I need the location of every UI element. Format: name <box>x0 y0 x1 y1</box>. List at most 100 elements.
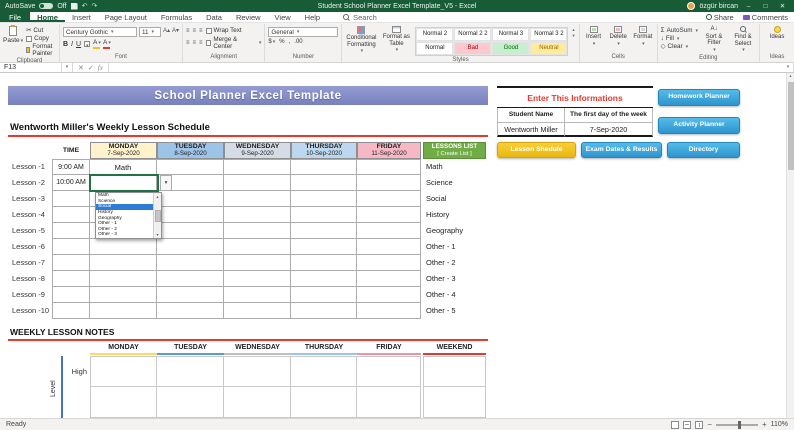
friday-cell[interactable] <box>357 207 421 223</box>
time-cell[interactable] <box>52 191 90 207</box>
cell-dropdown-button[interactable] <box>160 175 172 191</box>
zoom-slider[interactable] <box>716 424 758 426</box>
thursday-cell[interactable] <box>291 207 357 223</box>
style-bad[interactable]: Bad <box>454 42 491 55</box>
style-neutral[interactable]: Neutral <box>530 42 567 55</box>
tuesday-cell[interactable] <box>157 191 224 207</box>
friday-cell[interactable] <box>357 287 421 303</box>
delete-cells-button[interactable]: Delete <box>607 25 629 47</box>
notes-cell[interactable] <box>423 387 486 418</box>
align-top-icon[interactable]: ≡ <box>186 28 190 34</box>
find-select-button[interactable]: Find & Select <box>730 25 756 54</box>
user-avatar[interactable] <box>687 2 695 10</box>
wednesday-cell[interactable] <box>224 255 291 271</box>
time-cell[interactable]: 10:00 AM <box>52 175 90 191</box>
tab-home[interactable]: Home <box>30 12 65 22</box>
wednesday-cell[interactable] <box>224 159 291 175</box>
search-box[interactable]: Search <box>343 12 377 22</box>
font-family-select[interactable]: Century Gothic <box>63 27 137 37</box>
time-cell[interactable] <box>52 255 90 271</box>
tuesday-cell[interactable] <box>157 223 224 239</box>
lessons-list-item[interactable]: Geography <box>423 223 486 239</box>
style-good[interactable]: Good <box>492 42 529 55</box>
formula-bar-expand-icon[interactable]: ▾ <box>783 63 794 72</box>
format-cells-button[interactable]: Format <box>632 25 654 47</box>
share-button[interactable]: Share <box>706 13 734 22</box>
clear-button[interactable]: ◇Clear <box>661 43 698 50</box>
notes-cell[interactable] <box>357 387 421 418</box>
lessons-list-item[interactable]: Other - 4 <box>423 287 486 303</box>
align-center-icon[interactable]: ≡ <box>193 40 197 46</box>
friday-cell[interactable] <box>357 175 421 191</box>
thursday-cell[interactable] <box>291 223 357 239</box>
homework-planner-button[interactable]: Homework Planner <box>658 89 740 106</box>
paste-button[interactable]: Paste <box>3 25 23 44</box>
friday-cell[interactable] <box>357 159 421 175</box>
lessons-list-item[interactable]: Other - 3 <box>423 271 486 287</box>
tuesday-cell[interactable] <box>157 239 224 255</box>
activity-planner-button[interactable]: Activity Planner <box>658 117 740 134</box>
directory-button[interactable]: Directory <box>667 142 740 158</box>
thursday-cell[interactable] <box>291 175 357 191</box>
name-box-dropdown-icon[interactable]: ▾ <box>62 63 73 72</box>
merge-center-button[interactable]: Merge & Center <box>206 36 262 50</box>
lessons-list-item[interactable]: Other - 2 <box>423 255 486 271</box>
tuesday-cell[interactable] <box>157 207 224 223</box>
lesson-schedule-button[interactable]: Lesson Shedule <box>497 142 576 158</box>
thursday-cell[interactable] <box>291 159 357 175</box>
zoom-slider-thumb[interactable] <box>738 421 741 429</box>
thursday-cell[interactable] <box>291 271 357 287</box>
tab-help[interactable]: Help <box>298 12 327 22</box>
borders-button[interactable] <box>84 41 90 47</box>
redo-icon[interactable]: ↷ <box>91 2 97 10</box>
cut-button[interactable]: ✂Cut <box>26 27 56 34</box>
align-right-icon[interactable]: ≡ <box>199 40 203 46</box>
monday-cell[interactable] <box>90 239 157 255</box>
dropdown-scrollbar[interactable]: ▴ ▾ <box>153 193 161 238</box>
lessons-list-item[interactable]: History <box>423 207 486 223</box>
grow-font-icon[interactable]: A▴ <box>163 27 170 37</box>
scroll-down-icon[interactable]: ▾ <box>156 232 158 237</box>
font-size-select[interactable]: 11 <box>139 27 161 37</box>
normal-view-icon[interactable] <box>671 421 679 429</box>
tab-data[interactable]: Data <box>199 12 229 22</box>
friday-cell[interactable] <box>357 271 421 287</box>
formula-input[interactable] <box>109 63 783 72</box>
monday-cell[interactable] <box>90 303 157 319</box>
friday-cell[interactable] <box>357 191 421 207</box>
number-format-select[interactable]: General <box>268 27 338 37</box>
undo-icon[interactable]: ↶ <box>82 2 88 10</box>
thursday-cell[interactable] <box>291 287 357 303</box>
zoom-in-icon[interactable]: + <box>762 420 767 429</box>
sort-filter-button[interactable]: A↓ Sort & Filter <box>701 25 727 53</box>
restore-button[interactable]: □ <box>759 3 772 10</box>
gallery-scroll[interactable]: ▴ ▾ <box>571 25 575 41</box>
style-normal-2[interactable]: Normal 2 <box>416 28 453 41</box>
percent-format-button[interactable]: % <box>279 39 284 45</box>
underline-button[interactable]: U <box>76 41 81 48</box>
minimize-button[interactable]: – <box>742 3 755 10</box>
vertical-scrollbar[interactable]: ▴ <box>786 73 794 418</box>
wednesday-cell[interactable] <box>224 207 291 223</box>
exam-dates-results-button[interactable]: Exam Dates & Results <box>581 142 662 158</box>
format-as-table-button[interactable]: Format as Table <box>380 25 412 54</box>
italic-button[interactable]: I <box>71 41 73 48</box>
notes-cell[interactable] <box>291 387 357 418</box>
page-break-view-icon[interactable] <box>695 421 703 429</box>
lessons-list-item[interactable]: Science <box>423 175 486 191</box>
first-day-value[interactable]: 7-Sep-2020 <box>565 123 653 137</box>
friday-cell[interactable] <box>357 255 421 271</box>
wednesday-cell[interactable] <box>224 175 291 191</box>
close-button[interactable]: ✕ <box>776 2 789 10</box>
notes-cell[interactable] <box>357 356 421 387</box>
fill-color-button[interactable]: A <box>93 39 100 49</box>
font-color-button[interactable]: A <box>103 39 110 49</box>
wednesday-cell[interactable] <box>224 287 291 303</box>
autosum-button[interactable]: ΣAutoSum <box>661 27 698 34</box>
notes-cell[interactable] <box>90 356 157 387</box>
wednesday-cell[interactable] <box>224 239 291 255</box>
style-normal[interactable]: Normal <box>416 42 453 55</box>
notes-cell[interactable] <box>423 356 486 387</box>
tuesday-cell[interactable] <box>157 159 224 175</box>
friday-cell[interactable] <box>357 303 421 319</box>
